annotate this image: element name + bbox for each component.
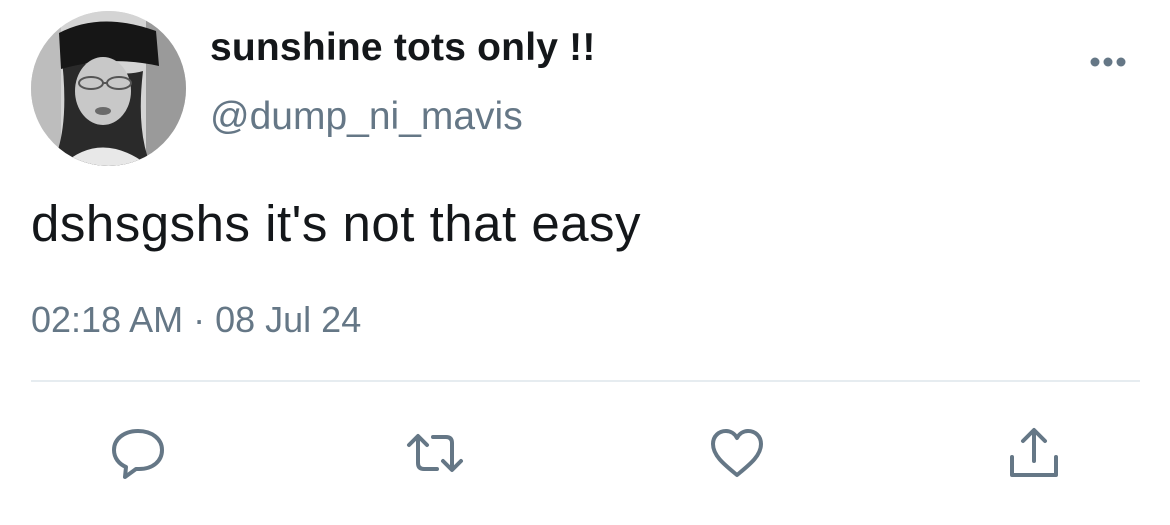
reply-button[interactable] (108, 425, 168, 481)
like-button[interactable] (707, 425, 767, 481)
tweet-text: dshsgshs it's not that easy (31, 195, 642, 252)
avatar-photo (31, 11, 186, 166)
tweet-timestamp[interactable]: 02:18 AM · 08 Jul 24 (31, 299, 361, 341)
display-name[interactable]: sunshine tots only !! (210, 26, 596, 70)
meta-separator: · (193, 299, 206, 340)
more-options-button[interactable] (1082, 50, 1132, 74)
tweet-time: 02:18 AM (31, 299, 184, 340)
tweet-date: 08 Jul 24 (215, 299, 362, 340)
share-upload-icon (1010, 428, 1058, 477)
retweet-arrows-icon (407, 434, 463, 472)
speech-bubble-icon (112, 429, 164, 479)
tweet-card: sunshine tots only !! @dump_ni_mavis dsh… (0, 0, 1170, 525)
divider (31, 380, 1140, 382)
avatar[interactable] (31, 11, 186, 166)
ellipsis-icon (1090, 57, 1126, 67)
share-button[interactable] (1004, 425, 1064, 481)
retweet-button[interactable] (405, 425, 465, 481)
heart-outline-icon (711, 429, 763, 477)
user-handle[interactable]: @dump_ni_mavis (210, 95, 523, 139)
